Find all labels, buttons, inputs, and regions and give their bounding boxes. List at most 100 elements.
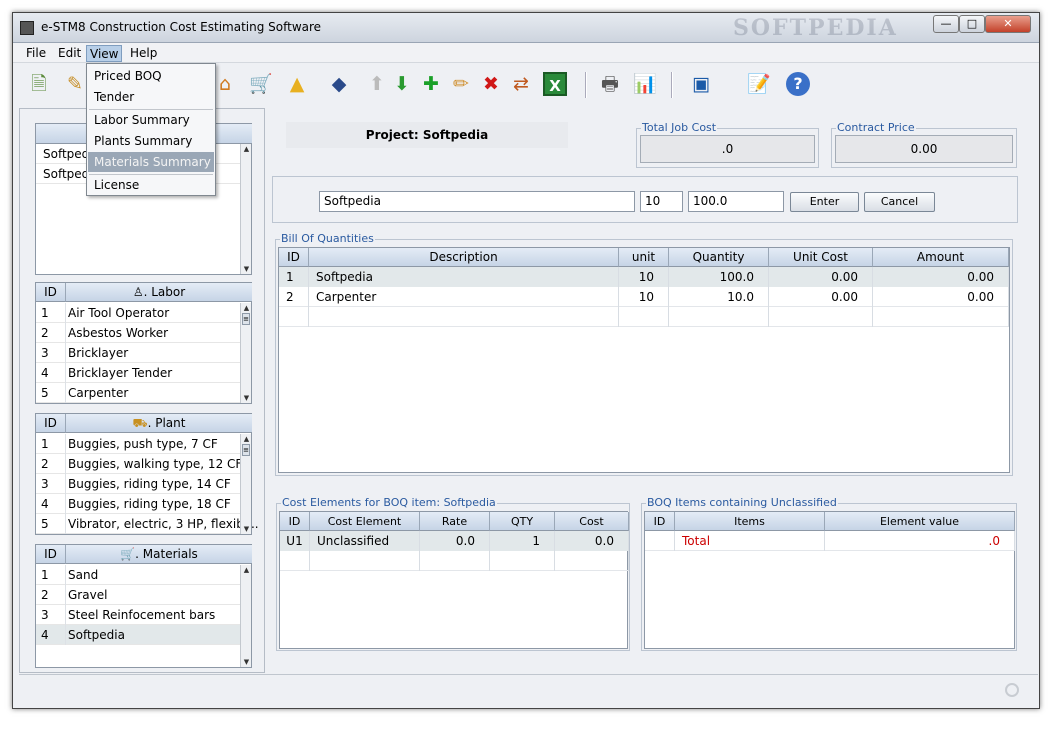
- scroll-up-arrow[interactable]: ▲: [241, 144, 252, 154]
- link-icon[interactable]: ⇄: [509, 72, 533, 96]
- plant-row[interactable]: 4 Buggies, riding type, 18 CF: [36, 494, 240, 514]
- menu-item-license[interactable]: License: [88, 175, 214, 195]
- scroll-up-arrow[interactable]: ▲: [241, 565, 252, 575]
- delete-icon[interactable]: ✖: [479, 72, 503, 96]
- cart-icon[interactable]: 🛒: [249, 72, 273, 96]
- add-icon[interactable]: ✚: [419, 72, 443, 96]
- table-row[interactable]: 1 Softpedia 10 100.0 0.00 0.00: [279, 267, 1009, 287]
- material-row[interactable]: 1 Sand: [36, 565, 240, 585]
- plant-list[interactable]: ID ⛟. Plant 1 Buggies, push type, 7 CF 2 Bu…: [35, 413, 259, 535]
- unit-input[interactable]: 10: [640, 191, 683, 212]
- menu-file[interactable]: File: [23, 45, 49, 62]
- minimize-button[interactable]: —: [933, 15, 959, 33]
- labor-row[interactable]: 1 Air Tool Operator: [36, 303, 240, 323]
- boq-items-table[interactable]: ID Items Element value Total .0: [644, 511, 1015, 649]
- column-header[interactable]: Items: [675, 512, 825, 531]
- cost-elements-table[interactable]: ID Cost Element Rate QTY Cost U1 Unclassified…: [279, 511, 629, 649]
- materials-id-header: ID: [36, 545, 66, 564]
- edit-pencil-icon[interactable]: ✎: [63, 72, 87, 96]
- boq-table[interactable]: ID Description unit Quantity Unit Cost Amount…: [278, 247, 1010, 473]
- labor-row[interactable]: 3 Bricklayer: [36, 343, 240, 363]
- plant-id-header: ID: [36, 414, 66, 433]
- plant-row[interactable]: 1 Buggies, push type, 7 CF: [36, 434, 240, 454]
- maximize-button[interactable]: □: [959, 15, 985, 33]
- material-row[interactable]: 2 Gravel: [36, 585, 240, 605]
- pencil-icon[interactable]: ✏: [449, 72, 473, 96]
- row-id: 5: [41, 386, 49, 400]
- column-header[interactable]: Description: [309, 248, 619, 267]
- excel-icon[interactable]: X: [543, 72, 567, 96]
- column-header[interactable]: Quantity: [669, 248, 769, 267]
- menu-item-priced-boq[interactable]: Priced BOQ: [88, 66, 214, 86]
- menu-item-plants-summary[interactable]: Plants Summary: [88, 131, 214, 151]
- table-row[interactable]: [279, 307, 1009, 327]
- scroll-down-arrow[interactable]: ▼: [241, 393, 252, 403]
- scroll-up-arrow[interactable]: ▲: [241, 434, 252, 444]
- column-header[interactable]: Amount: [873, 248, 1009, 267]
- table-cell: [645, 531, 675, 551]
- hard-hat-icon[interactable]: ▲: [285, 72, 309, 96]
- menu-item-tender[interactable]: Tender: [88, 87, 214, 107]
- scroll-down-arrow[interactable]: ▼: [241, 657, 252, 667]
- menu-help[interactable]: Help: [127, 45, 160, 62]
- plant-row[interactable]: 5 Vibrator, electric, 3 HP, flexibl...: [36, 514, 259, 534]
- scrollbar[interactable]: ▲ ▼: [240, 144, 251, 274]
- quantity-input[interactable]: 100.0: [688, 191, 784, 212]
- material-row[interactable]: 3 Steel Reinfocement bars: [36, 605, 240, 625]
- table-row[interactable]: 2 Carpenter 10 10.0 0.00 0.00: [279, 287, 1009, 307]
- table-cell: .0: [825, 531, 1015, 551]
- table-row[interactable]: U1 Unclassified 0.0 1 0.0: [280, 531, 629, 551]
- labor-row[interactable]: 5 Carpenter: [36, 383, 240, 403]
- column-header[interactable]: Cost: [555, 512, 629, 531]
- scroll-down-arrow[interactable]: ▼: [241, 264, 252, 274]
- labor-row[interactable]: 2 Asbestos Worker: [36, 323, 240, 343]
- column-header[interactable]: Rate: [420, 512, 490, 531]
- scroll-up-arrow[interactable]: ▲: [241, 303, 252, 313]
- column-header[interactable]: unit: [619, 248, 669, 267]
- menu-item-labor-summary[interactable]: Labor Summary: [88, 110, 214, 130]
- report-icon[interactable]: 📊: [633, 72, 657, 96]
- labor-list[interactable]: ID ♙. Labor 1 Air Tool Operator 2 Asbestos …: [35, 282, 252, 404]
- materials-list[interactable]: ID 🛒. Materials 1 Sand 2 Gravel 3 Steel Reinf…: [35, 544, 252, 668]
- note-icon[interactable]: 📝: [747, 72, 771, 96]
- labor-header: ♙. Labor: [66, 283, 252, 302]
- material-row[interactable]: 4 Softpedia: [36, 625, 240, 645]
- contract-price-label: Contract Price: [836, 121, 916, 134]
- scrollbar[interactable]: ▲ ▼: [240, 565, 251, 667]
- enter-button[interactable]: Enter: [790, 192, 859, 212]
- help-icon[interactable]: ?: [786, 72, 810, 96]
- plant-row[interactable]: 2 Buggies, walking type, 12 CF: [36, 454, 242, 474]
- column-header[interactable]: Unit Cost: [769, 248, 873, 267]
- menu-view[interactable]: View: [86, 45, 123, 62]
- window-icon[interactable]: ▣: [689, 72, 713, 96]
- column-header[interactable]: QTY: [490, 512, 555, 531]
- column-header[interactable]: ID: [280, 512, 310, 531]
- stamp-icon[interactable]: ◆: [327, 72, 351, 96]
- scroll-thumb[interactable]: ≡: [242, 313, 250, 325]
- down-icon[interactable]: ⬇: [390, 72, 414, 96]
- menu-item-materials-summary[interactable]: Materials Summary: [88, 152, 214, 172]
- up-icon[interactable]: ⬆: [365, 72, 389, 96]
- table-row[interactable]: Total .0: [645, 531, 1015, 551]
- description-input[interactable]: Softpedia: [319, 191, 635, 212]
- column-header[interactable]: Cost Element: [310, 512, 420, 531]
- column-header[interactable]: Element value: [825, 512, 1015, 531]
- cancel-button[interactable]: Cancel: [864, 192, 935, 212]
- table-cell: [490, 551, 555, 571]
- new-document-icon[interactable]: 🗎: [27, 72, 51, 96]
- close-button[interactable]: ✕: [985, 15, 1031, 33]
- table-row[interactable]: [280, 551, 629, 571]
- plant-row[interactable]: 3 Buggies, riding type, 14 CF: [36, 474, 240, 494]
- labor-row[interactable]: 4 Bricklayer Tender: [36, 363, 240, 383]
- table-cell: [310, 551, 420, 571]
- scroll-thumb[interactable]: ≡: [242, 444, 250, 456]
- menu-edit[interactable]: Edit: [55, 45, 84, 62]
- scroll-down-arrow[interactable]: ▼: [241, 524, 252, 534]
- column-header[interactable]: ID: [279, 248, 309, 267]
- table-cell: 0.00: [769, 267, 873, 287]
- scrollbar[interactable]: ▲ ≡ ▼: [240, 303, 251, 403]
- column-header[interactable]: ID: [645, 512, 675, 531]
- scrollbar[interactable]: ▲ ≡ ▼: [240, 434, 251, 534]
- house-icon[interactable]: ⌂: [213, 72, 237, 96]
- print-icon[interactable]: 🖶: [598, 72, 622, 96]
